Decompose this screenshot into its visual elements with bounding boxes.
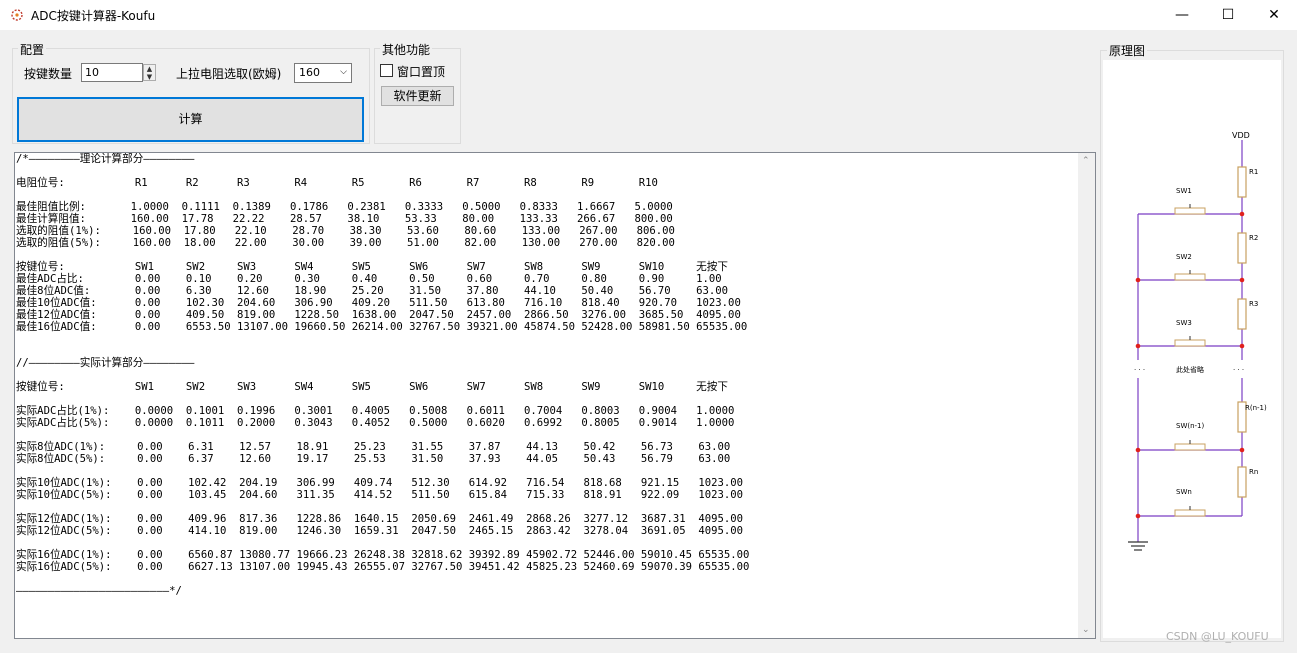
resistor-rn [1237,466,1247,498]
omitted-label: 此处省略 [1176,365,1204,374]
topmost-label[interactable]: 窗口置顶 [397,63,445,80]
calculate-button[interactable]: 计算 [17,97,364,142]
chevron-down-icon: ⌵ [340,67,347,77]
window-title: ADC按键计算器-Koufu [31,9,156,23]
result-text: /*————————理论计算部分———————— 电阻位号: R1 R2 R3 … [16,153,750,597]
key-count-stepper[interactable]: ▲ ▼ [143,64,156,81]
r2-label: R2 [1249,234,1258,242]
switch-sw2 [1174,270,1206,281]
spin-up-icon[interactable]: ▲ [144,65,155,73]
sw2-label: SW2 [1176,253,1192,261]
sw3-label: SW3 [1176,319,1192,327]
resistor-r3 [1237,298,1247,330]
key-count-input[interactable] [81,63,143,82]
resistor-r1 [1237,166,1247,198]
r1-label: R1 [1249,168,1258,176]
dots-left: · · · [1134,366,1145,374]
vdd-label: VDD [1232,131,1250,140]
vertical-scrollbar[interactable]: ⌃ ⌄ [1078,153,1095,638]
key-count-label: 按键数量 [24,67,73,81]
pullup-label: 上拉电阻选取(欧姆) [176,67,282,81]
minimize-button[interactable]: — [1159,0,1205,30]
swn-1-label: SW(n-1) [1176,422,1205,430]
title-bar [0,0,1297,30]
dots-right: · · · [1233,366,1244,374]
switch-sw1 [1174,204,1206,215]
watermark: CSDN @LU_KOUFU [1166,630,1269,643]
ground-icon [1128,541,1148,551]
schematic-group-label: 原理图 [1107,42,1148,59]
update-button[interactable]: 软件更新 [381,86,454,106]
other-functions-label: 其他功能 [380,41,433,58]
pullup-select[interactable]: 160 ⌵ [294,63,352,83]
scroll-down-icon[interactable]: ⌄ [1082,625,1090,635]
r3-label: R3 [1249,300,1258,308]
close-button[interactable]: ✕ [1251,0,1297,30]
resistor-r2 [1237,232,1247,264]
switch-sw3 [1174,336,1206,347]
scroll-up-icon[interactable]: ⌃ [1082,156,1090,166]
result-textarea[interactable]: /*————————理论计算部分———————— 电阻位号: R1 R2 R3 … [14,152,1096,639]
rn-label: Rn [1249,468,1258,476]
config-group-label: 配置 [18,41,47,58]
pullup-select-value: 160 [299,66,320,79]
spin-down-icon[interactable]: ▼ [144,73,155,81]
schematic-panel: VDD R1 R2 R3 R(n-1) Rn SW1 SW2 SW3 SW(n-… [1103,60,1281,638]
topmost-checkbox[interactable] [380,64,393,77]
app-icon [11,9,23,21]
switch-swn-1 [1174,440,1206,451]
rn-1-label: R(n-1) [1245,404,1267,412]
switch-swn [1174,506,1206,517]
sw1-label: SW1 [1176,187,1192,195]
maximize-button[interactable]: ☐ [1205,0,1251,30]
schematic-diagram: VDD R1 R2 R3 R(n-1) Rn SW1 SW2 SW3 SW(n-… [1128,131,1267,551]
swn-label: SWn [1176,488,1192,496]
